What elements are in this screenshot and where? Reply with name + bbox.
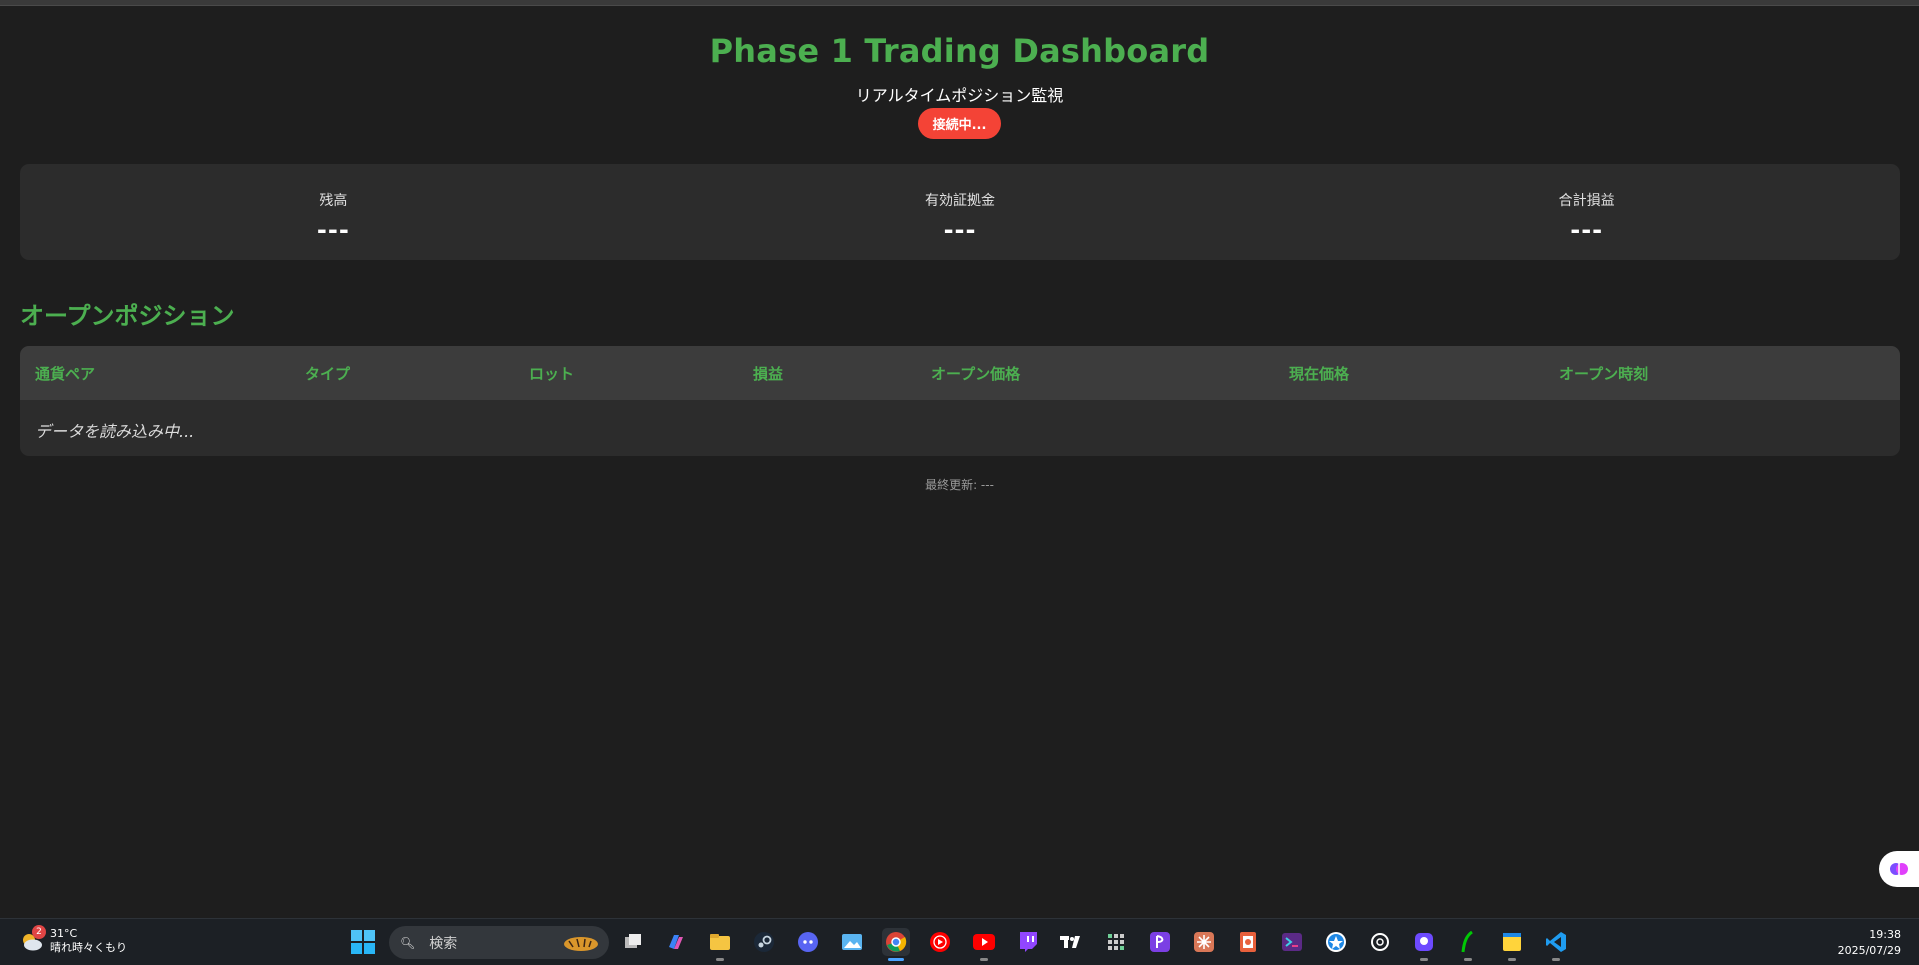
equity-label: 有効証拠金 [925, 193, 995, 209]
clock-date: 2025/07/29 [1837, 944, 1901, 957]
dashboard-header: Phase 1 Trading Dashboard リアルタイムポジション監視 … [0, 6, 1919, 139]
file-explorer-icon[interactable] [706, 928, 734, 961]
equity-value: --- [943, 216, 977, 244]
windows-start-icon[interactable] [350, 929, 376, 955]
chrome-icon[interactable] [882, 928, 910, 961]
youtube-icon[interactable] [970, 928, 998, 961]
clock-time: 19:38 [1869, 928, 1901, 941]
loading-message: データを読み込み中... [35, 422, 195, 441]
total-pnl-value: --- [1570, 216, 1604, 244]
connection-status-badge: 接続中... [917, 108, 1002, 139]
vscode-icon[interactable] [1542, 928, 1570, 961]
system-clock[interactable]: 19:38 2025/07/29 [1838, 927, 1901, 959]
column-header-currency-pair[interactable]: 通貨ペア [20, 346, 290, 400]
playstation-icon[interactable] [1146, 928, 1174, 956]
robinhood-icon[interactable] [1454, 928, 1482, 961]
search-icon: 🔍︎ [400, 935, 416, 950]
tradingview-icon[interactable] [1058, 928, 1086, 956]
terminal-icon[interactable] [1278, 928, 1306, 956]
column-header-lot[interactable]: ロット [514, 346, 738, 400]
steam-icon[interactable] [750, 928, 778, 956]
total-pnl-card: 合計損益 --- [1273, 164, 1900, 260]
last-updated-text: 最終更新: --- [925, 478, 994, 492]
balance-value: --- [316, 216, 350, 244]
column-header-type[interactable]: タイプ [290, 346, 514, 400]
column-header-current-price[interactable]: 現在価格 [1274, 346, 1544, 400]
column-header-open-time[interactable]: オープン時刻 [1544, 346, 1900, 400]
twitch-icon[interactable] [1014, 928, 1042, 956]
taskbar: 2 31°C 晴れ時々くもり 🔍︎ 検索 19:38 2025/07/29 [0, 918, 1919, 965]
weather-description: 晴れ時々くもり [50, 941, 127, 954]
weather-cloud-icon: 2 [18, 925, 46, 955]
office-app-icon[interactable] [1234, 928, 1262, 956]
column-header-pnl[interactable]: 損益 [738, 346, 916, 400]
equity-card: 有効証拠金 --- [647, 164, 1274, 260]
table-header-row: 通貨ペア タイプ ロット 損益 オープン価格 現在価格 オープン時刻 [20, 346, 1900, 400]
taskbar-search-box[interactable]: 🔍︎ 検索 [389, 926, 609, 959]
task-view-icon[interactable] [619, 928, 647, 956]
search-placeholder: 検索 [429, 935, 458, 952]
calculator-icon[interactable] [1102, 928, 1130, 956]
weather-badge: 2 [32, 925, 46, 939]
page-subtitle: リアルタイムポジション監視 [855, 86, 1064, 105]
positions-table: 通貨ペア タイプ ロット 損益 オープン価格 現在価格 オープン時刻 データを読… [20, 346, 1900, 456]
chatgpt-icon[interactable] [1366, 928, 1394, 956]
brain-icon [1890, 863, 1908, 875]
dashboard-page: Phase 1 Trading Dashboard リアルタイムポジション監視 … [0, 6, 1919, 918]
discord-icon[interactable] [794, 928, 822, 956]
page-title: Phase 1 Trading Dashboard [709, 32, 1210, 70]
copilot-icon[interactable] [662, 928, 690, 956]
open-positions-title: オープンポジション [20, 302, 235, 330]
brain-assistant-button[interactable] [1879, 851, 1919, 887]
app-store-icon[interactable] [1322, 928, 1350, 956]
table-row: データを読み込み中... [20, 400, 1900, 456]
account-summary-panel: 残高 --- 有効証拠金 --- 合計損益 --- [20, 164, 1900, 260]
proton-icon[interactable] [1410, 928, 1438, 961]
balance-card: 残高 --- [20, 164, 647, 260]
youtube-music-icon[interactable] [926, 928, 954, 956]
sticky-notes-icon[interactable] [1498, 928, 1526, 961]
photos-icon[interactable] [838, 928, 866, 956]
weather-widget[interactable]: 2 31°C 晴れ時々くもり [18, 925, 127, 955]
claude-icon[interactable] [1190, 928, 1218, 956]
tiger-search-highlight-icon [564, 937, 598, 951]
balance-label: 残高 [319, 193, 348, 209]
total-pnl-label: 合計損益 [1558, 193, 1615, 209]
weather-temperature: 31°C [50, 927, 78, 940]
column-header-open-price[interactable]: オープン価格 [916, 346, 1274, 400]
